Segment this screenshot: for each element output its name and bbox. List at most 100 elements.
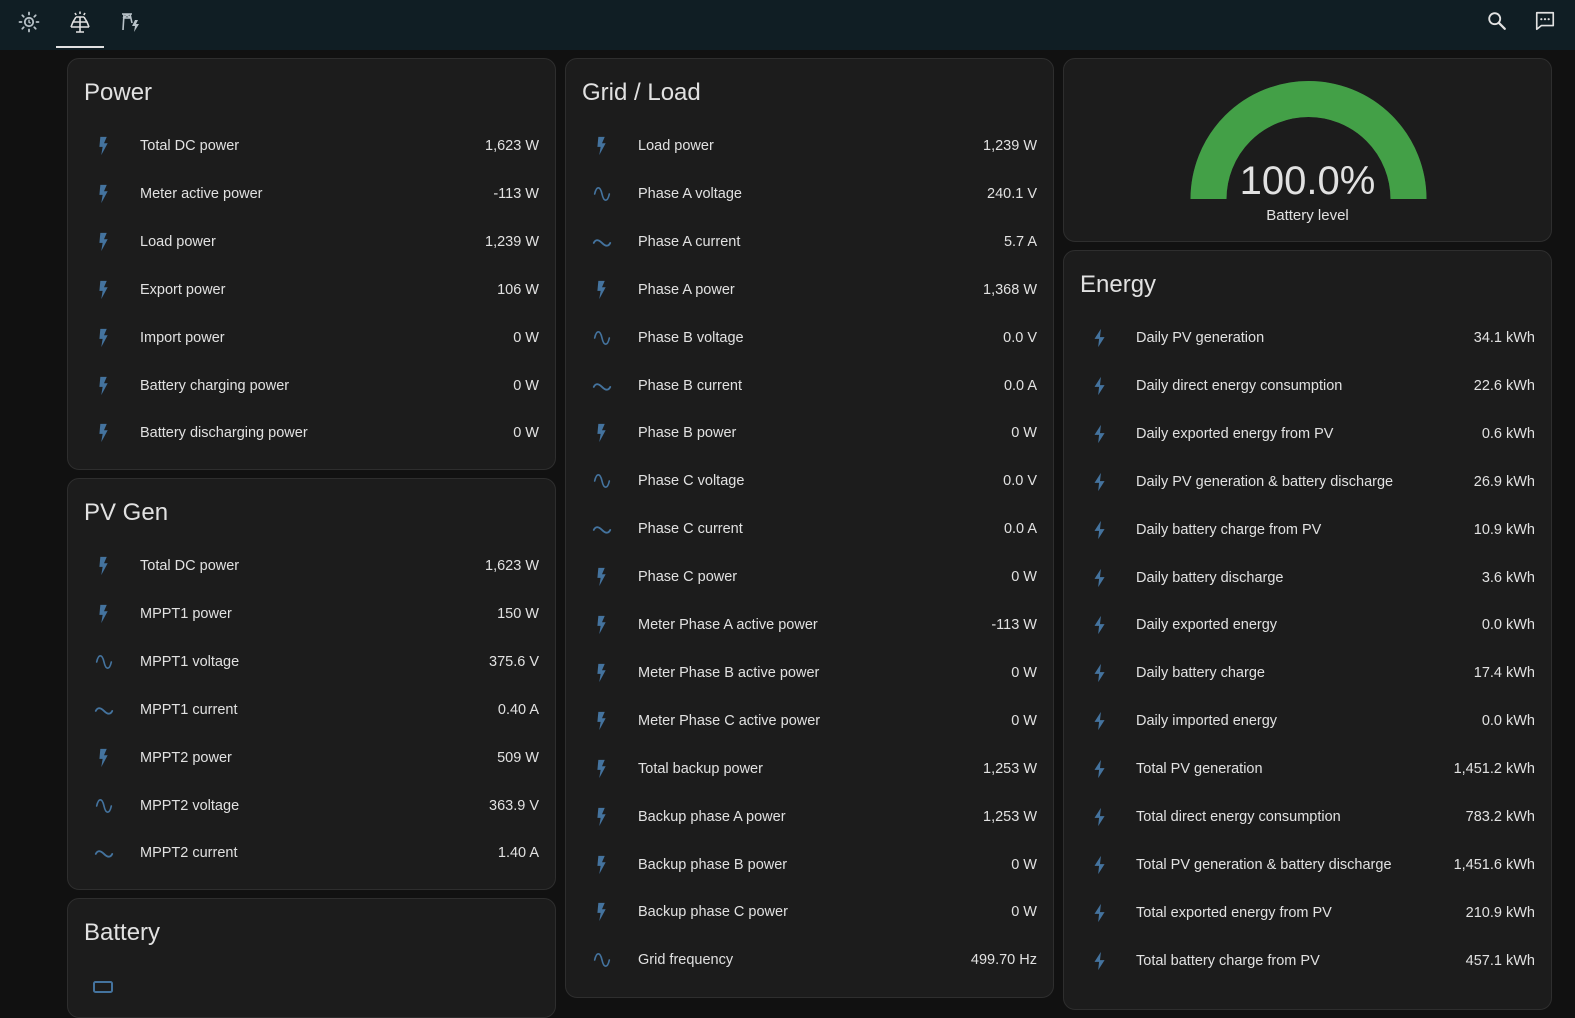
entity-row[interactable]: Total PV generation & battery discharge 1… (1064, 841, 1551, 889)
current-ac-icon (590, 517, 614, 541)
entity-row[interactable]: Meter Phase A active power -113 W (566, 601, 1053, 649)
entity-name: Daily battery charge from PV (1136, 521, 1322, 538)
entity-row[interactable]: Phase C power 0 W (566, 553, 1053, 601)
lightning-bolt-icon (1088, 901, 1112, 925)
entity-row[interactable]: Daily PV generation & battery discharge 2… (1064, 458, 1551, 506)
entity-name: MPPT1 current (140, 701, 238, 718)
entity-row[interactable]: Total backup power 1,253 W (566, 745, 1053, 793)
entity-row[interactable]: Total DC power 1,623 W (68, 542, 555, 590)
battery-level-gauge-card[interactable]: 100.0% Battery level (1063, 58, 1552, 242)
entity-row[interactable]: Daily battery discharge 3.6 kWh (1064, 554, 1551, 602)
entity-row[interactable]: Daily exported energy from PV 0.6 kWh (1064, 410, 1551, 458)
entity-row[interactable]: Grid frequency 499.70 Hz (566, 936, 1053, 984)
entity-name: Total battery charge from PV (1136, 952, 1320, 969)
card-title: Power (84, 79, 153, 106)
entity-row[interactable]: MPPT2 power 509 W (68, 734, 555, 782)
entity-row[interactable]: Phase B current 0.0 A (566, 362, 1053, 410)
entity-row[interactable]: Battery charging power 0 W (68, 362, 555, 410)
entity-state: 0 W (1011, 856, 1037, 873)
entity-name: MPPT1 power (140, 605, 232, 622)
flash-icon (92, 554, 116, 578)
entity-row[interactable]: Phase A voltage 240.1 V (566, 170, 1053, 218)
entity-name: Import power (140, 329, 225, 346)
entity-name: Daily exported energy (1136, 617, 1278, 634)
entity-name: Total backup power (638, 760, 763, 777)
sine-wave-icon (590, 469, 614, 493)
entity-state: 106 W (497, 281, 539, 298)
flash-icon (590, 134, 614, 158)
entity-state: 0.6 kWh (1481, 425, 1535, 442)
entity-row[interactable]: Load power 1,239 W (566, 122, 1053, 170)
entity-name: Phase A voltage (638, 185, 742, 202)
flash-icon (92, 230, 116, 254)
entity-name: Phase C current (638, 521, 743, 538)
entity-row[interactable]: Total DC power 1,623 W (68, 122, 555, 170)
tab-overview[interactable] (5, 0, 53, 48)
entity-row[interactable]: MPPT1 voltage 375.6 V (68, 638, 555, 686)
card-title: Energy (1080, 271, 1157, 298)
entity-row[interactable]: Daily battery charge from PV 10.9 kWh (1064, 506, 1551, 554)
flash-icon (590, 661, 614, 685)
entity-row[interactable]: Daily battery charge 17.4 kWh (1064, 649, 1551, 697)
entity-row[interactable]: Daily exported energy 0.0 kWh (1064, 601, 1551, 649)
entity-row[interactable]: Daily PV generation 34.1 kWh (1064, 314, 1551, 362)
gauge-label: Battery level (1266, 207, 1349, 224)
lightning-bolt-icon (1088, 757, 1112, 781)
entity-row[interactable]: Daily direct energy consumption 22.6 kWh (1064, 362, 1551, 410)
entity-row[interactable]: Meter active power -113 W (68, 170, 555, 218)
lightning-bolt-icon (1088, 949, 1112, 973)
entity-row[interactable]: Phase A power 1,368 W (566, 266, 1053, 314)
entity-name: Meter Phase B active power (638, 664, 820, 681)
entity-state: 240.1 V (987, 185, 1037, 202)
entity-name: Phase B power (638, 425, 737, 442)
entity-state: 1.40 A (497, 845, 539, 862)
flash-icon (92, 182, 116, 206)
entity-state: 783.2 kWh (1465, 809, 1535, 825)
entity-row[interactable]: Backup phase B power 0 W (566, 841, 1053, 889)
entity-row[interactable]: Phase A current 5.7 A (566, 218, 1053, 266)
entity-row[interactable]: Total exported energy from PV 210.9 kWh (1064, 889, 1551, 937)
entity-name: Backup phase B power (638, 856, 788, 873)
active-tab-indicator (56, 46, 104, 48)
entity-name: Daily battery charge (1136, 665, 1265, 682)
entity-state: 210.9 kWh (1465, 904, 1535, 921)
entity-row[interactable]: Total PV generation 1,451.2 kWh (1064, 745, 1551, 793)
entity-row[interactable]: MPPT2 current 1.40 A (68, 829, 555, 877)
entity-name: Daily PV generation (1136, 330, 1265, 346)
entity-row[interactable]: Battery discharging power 0 W (68, 409, 555, 457)
entity-row[interactable]: Import power 0 W (68, 314, 555, 362)
entity-row[interactable]: MPPT1 power 150 W (68, 590, 555, 638)
entity-row[interactable]: Total direct energy consumption 783.2 kWh (1064, 793, 1551, 841)
search-button[interactable] (1483, 9, 1511, 37)
entity-row[interactable]: MPPT1 current 0.40 A (68, 686, 555, 734)
entity-row[interactable]: Daily imported energy 0.0 kWh (1064, 697, 1551, 745)
flash-icon (590, 757, 614, 781)
entity-name: Phase C power (638, 569, 738, 586)
entity-state: 0.0 V (1003, 473, 1037, 490)
flash-icon (590, 805, 614, 829)
tab-grid[interactable] (107, 0, 155, 48)
entity-row[interactable]: Phase C voltage 0.0 V (566, 457, 1053, 505)
entity-state: 457.1 kWh (1465, 952, 1535, 969)
entity-row[interactable]: Backup phase A power 1,253 W (566, 793, 1053, 841)
entity-row[interactable]: Backup phase C power 0 W (566, 888, 1053, 936)
sine-wave-icon (590, 326, 614, 350)
entity-name: Load power (140, 233, 216, 250)
entity-row[interactable]: Meter Phase B active power 0 W (566, 649, 1053, 697)
assist-button[interactable] (1531, 9, 1559, 37)
entity-row[interactable]: Phase B power 0 W (566, 409, 1053, 457)
entity-name: Daily imported energy (1136, 713, 1278, 730)
entity-row[interactable]: Meter Phase C active power 0 W (566, 697, 1053, 745)
sine-wave-icon (590, 182, 614, 206)
entity-row[interactable]: Phase C current 0.0 A (566, 505, 1053, 553)
tab-solar[interactable] (56, 0, 104, 48)
entity-row[interactable]: Load power 1,239 W (68, 218, 555, 266)
current-ac-icon (590, 374, 614, 398)
entity-row[interactable]: Total battery charge from PV 457.1 kWh (1064, 937, 1551, 985)
entity-row[interactable]: MPPT2 voltage 363.9 V (68, 782, 555, 830)
entity-name: Daily exported energy from PV (1136, 425, 1334, 442)
entity-row[interactable]: Phase B voltage 0.0 V (566, 314, 1053, 362)
flash-icon (590, 709, 614, 733)
entity-state: 0 W (1011, 425, 1037, 442)
entity-row[interactable]: Export power 106 W (68, 266, 555, 314)
